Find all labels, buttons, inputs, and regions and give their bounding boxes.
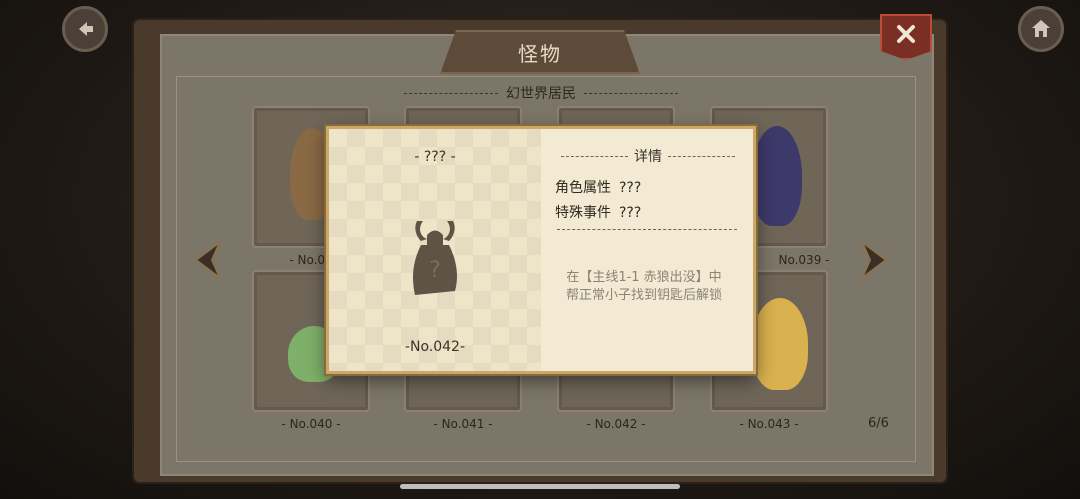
home-button[interactable] [1018,6,1064,52]
unlock-hint-line: 在【主线1-1 赤狼出没】中 [566,270,722,285]
unlock-hint-line: 帮正常小子找到钥匙后解锁 [565,288,722,303]
divider [557,229,737,230]
card-label: - No.041 - [433,417,493,431]
monster-number: -No.042- [404,339,466,355]
detail-title: 详情 [634,149,662,165]
character-figure [752,298,808,390]
detail-dialog: - ??? - ? -No.042- 详情 角色属性??? 特殊事件??? 在【… [326,126,756,374]
mystery-bag-icon: ? [413,221,457,295]
svg-text:?: ? [429,258,441,283]
detail-header: 详情 [555,145,741,167]
character-figure [752,126,802,226]
next-page-icon[interactable] [858,240,890,280]
attribute-value: ??? [619,205,642,221]
prev-page-icon[interactable] [192,240,224,280]
page-counter: 6/6 [868,416,889,431]
attribute-key: 角色属性 [555,180,611,196]
card-label: No.039 - [778,253,830,267]
section-header: 幻世界居民 [396,82,686,104]
home-indicator-bar[interactable] [400,484,680,489]
back-arrow-icon [79,22,93,36]
section-title: 幻世界居民 [506,86,576,102]
page-title: 怪物 [518,41,562,66]
attribute-key: 特殊事件 [555,205,611,221]
home-icon [1032,20,1050,37]
close-button[interactable] [880,14,932,60]
attribute-value: ??? [619,180,642,196]
back-button[interactable] [62,6,108,52]
special-event-row: 特殊事件??? [555,202,641,222]
card-label: - No.040 - [281,417,341,431]
title-banner: 怪物 [440,30,640,74]
monster-name: - ??? - [414,149,456,165]
card-label: - No.043 - [739,417,799,431]
card-label: - No.042 - [586,417,646,431]
close-icon [897,25,915,43]
unlock-hint: 在【主线1-1 赤狼出没】中 帮正常小子找到钥匙后解锁 [555,269,733,305]
attribute-row: 角色属性??? [555,177,641,197]
